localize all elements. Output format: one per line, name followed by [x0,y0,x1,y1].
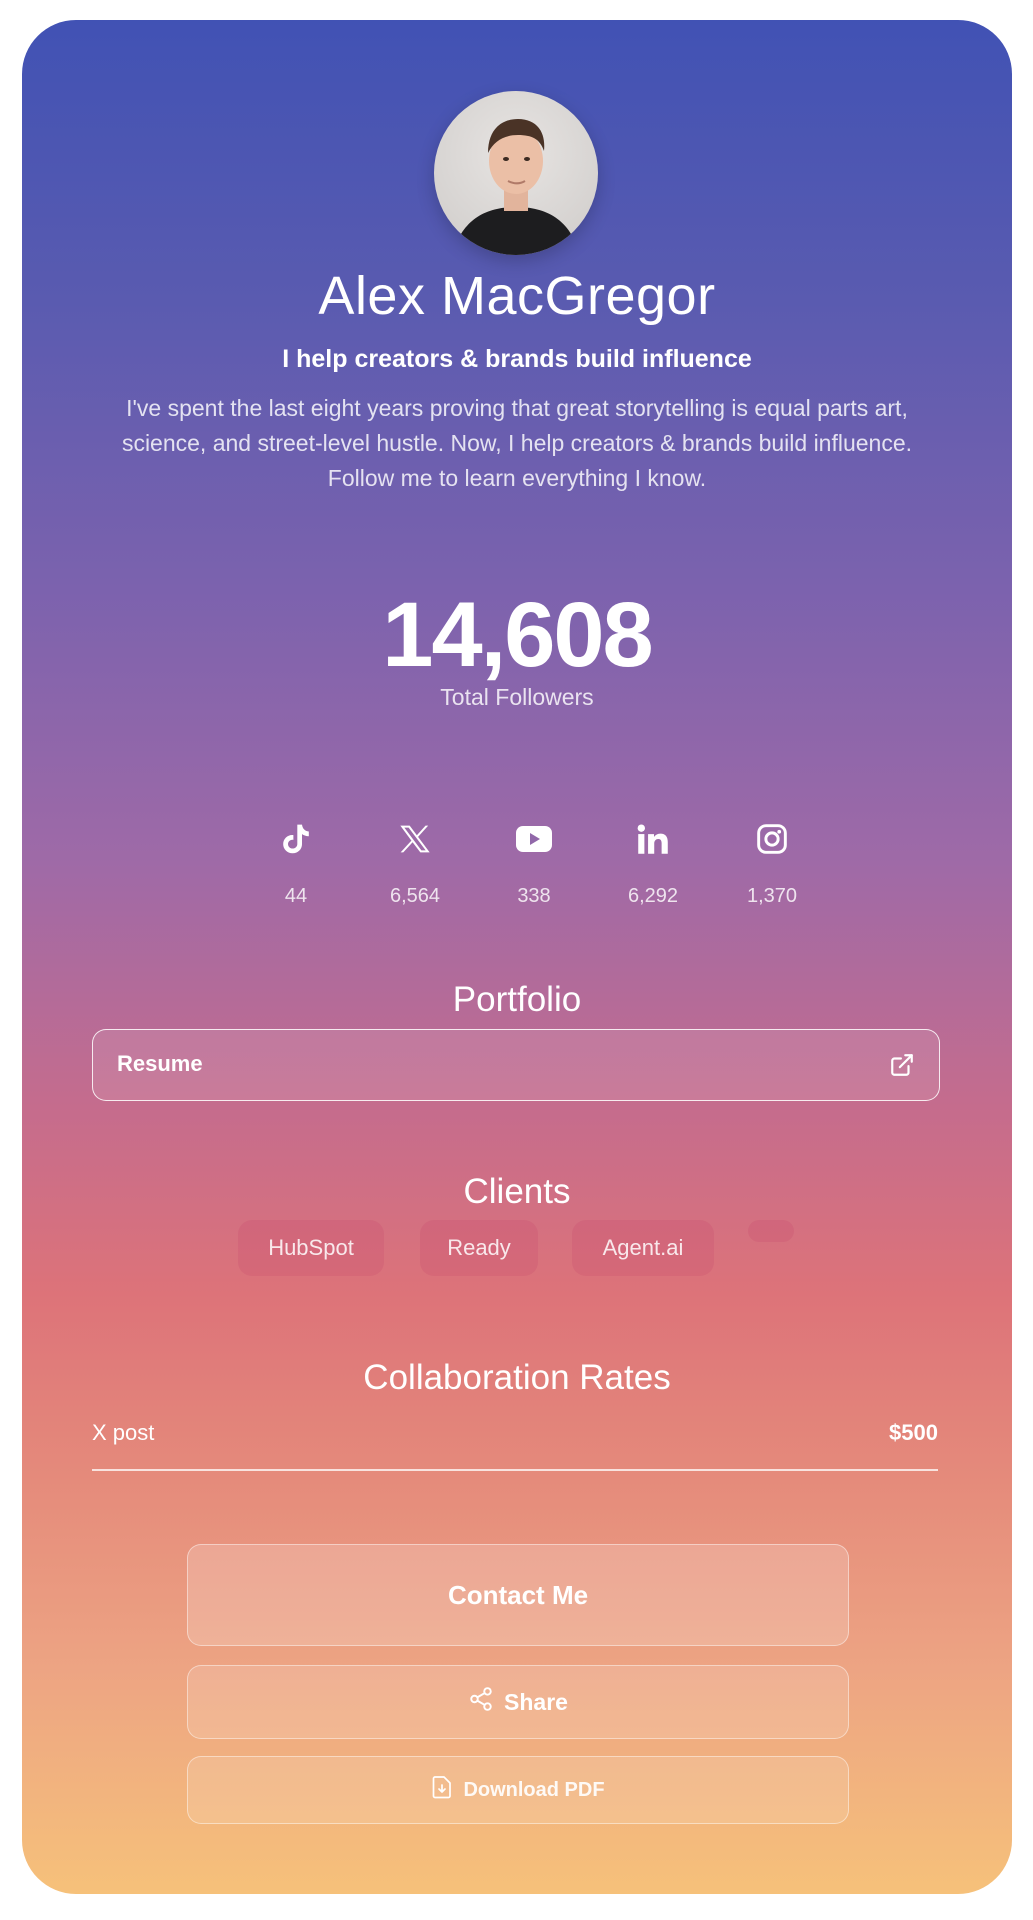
client-chip-empty [748,1220,794,1242]
social-instagram[interactable]: 1,370 [712,815,832,908]
portfolio-title: Portfolio [452,980,582,1019]
youtube-count: 338 [517,885,551,907]
share-button-label: Share [504,1688,568,1715]
external-link-icon [889,1052,915,1083]
rate-row: X post $500 [92,1420,938,1471]
instagram-icon [757,824,787,854]
contact-button-label: Contact Me [447,1579,589,1610]
avatar [434,91,598,255]
share-button[interactable]: Share [187,1665,849,1739]
linkedin-count: 6,292 [627,885,679,907]
social-x[interactable]: 6,564 [355,815,475,908]
clients-list: HubSpot Ready Agent.ai [22,1220,1012,1280]
rate-label: X post [92,1420,155,1445]
client-chip-hubspot: HubSpot [238,1220,384,1276]
profile-tagline: I help creators & brands build influence [282,345,752,373]
rate-divider [92,1469,938,1471]
social-tiktok[interactable]: 44 [236,815,356,908]
total-followers-count: 14,608 [382,584,653,686]
clients-title: Clients [463,1172,571,1211]
download-file-icon [431,1775,453,1805]
resume-link[interactable]: Resume [92,1029,940,1101]
rate-price: $500 [889,1420,938,1445]
profile-card: Alex MacGregor I help creators & brands … [22,20,1012,1894]
client-chip-ready: Ready [420,1220,538,1276]
linkedin-icon [637,824,668,854]
download-pdf-label: Download PDF [463,1778,605,1801]
total-followers-label: Total Followers [440,684,594,710]
contact-button[interactable]: Contact Me [187,1544,849,1646]
client-chip-agent-ai: Agent.ai [572,1220,714,1276]
social-youtube[interactable]: 338 [474,815,594,908]
download-pdf-button[interactable]: Download PDF [187,1756,849,1824]
tiktok-count: 44 [284,885,308,907]
x-count: 6,564 [389,885,441,907]
rates-title: Collaboration Rates [363,1358,671,1397]
youtube-icon [516,826,552,852]
x-icon [400,825,430,853]
person-photo [452,119,580,255]
tiktok-icon [283,824,309,854]
social-linkedin[interactable]: 6,292 [593,815,713,908]
share-icon [468,1686,494,1718]
profile-bio: I've spent the last eight years proving … [121,395,913,491]
instagram-count: 1,370 [746,885,798,907]
profile-name: Alex MacGregor [318,266,716,326]
resume-label: Resume [117,1051,203,1076]
